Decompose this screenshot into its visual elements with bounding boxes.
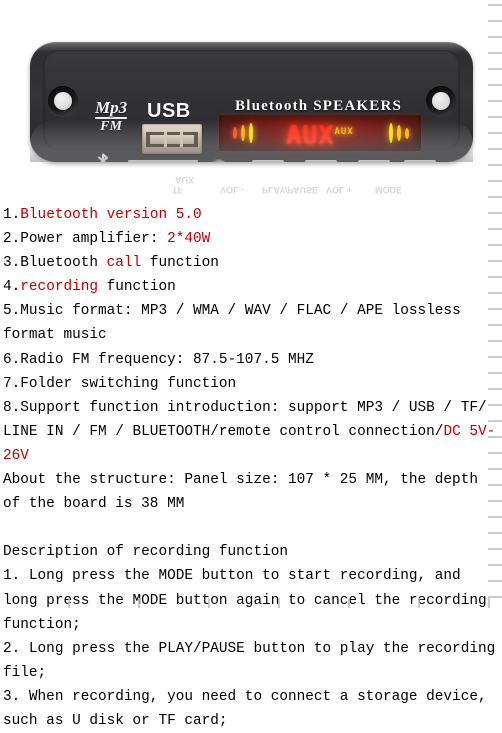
- spec-item-number-7: 7.: [3, 375, 21, 392]
- fm-mark-text: FM: [100, 119, 122, 134]
- board-reflection-text: TF AUX VOL - PLAY/PAUSE VOL + MODE: [30, 165, 473, 197]
- recording-step-3: 3. When recording, you need to connect a…: [3, 685, 500, 733]
- spec-item-3-segment-1: Bluetooth: [20, 255, 107, 272]
- mp3-fm-mark: Mp3 FM: [95, 98, 128, 134]
- control-button-row: ◀◀| VOL - ▶|| PLAY/PAUSE |▶▶ VOL + M MOD…: [252, 160, 436, 162]
- spec-item-3: 3.Bluetooth call function: [3, 251, 500, 275]
- spec-item-number-2: 2.: [3, 231, 21, 248]
- spec-item-7-segment-1: Folder switching function: [20, 375, 237, 392]
- recording-heading-text: Description of recording function: [3, 544, 288, 561]
- spec-item-number-8: 8.: [3, 399, 21, 416]
- structure-note-text: About the structure: Panel size: 107 * 2…: [3, 472, 487, 513]
- spec-item-number-6: 6.: [3, 351, 21, 368]
- vol-down-button[interactable]: ◀◀|: [252, 160, 284, 162]
- spec-item-5: 5.Music format: MP3 / WMA / WAV / FLAC /…: [3, 299, 500, 347]
- spec-item-number-1: 1.: [3, 207, 21, 223]
- led-display-text-wrap: AUXAUX: [219, 119, 421, 148]
- spec-spacer: [3, 516, 500, 540]
- mp3-mark-text: Mp3: [95, 98, 128, 117]
- recording-step-text-2: 2. Long press the PLAY/PAUSE button to p…: [3, 640, 496, 681]
- reflection-vol-up: VOL +: [326, 185, 353, 195]
- led-display-text: AUX: [286, 120, 335, 150]
- spec-item-8-segment-1: Support function introduction: support M…: [3, 399, 496, 440]
- usb-divider-1: [164, 132, 167, 147]
- spec-item-4-segment-1: recording: [20, 279, 99, 296]
- usb-tongue: [150, 135, 194, 144]
- aux-jack[interactable]: [207, 159, 229, 162]
- spec-item-1-segment-1: Bluetooth version 5.0: [20, 207, 202, 223]
- spec-item-4: 4.recording function: [3, 275, 500, 299]
- spec-item-3-segment-2: call: [106, 255, 142, 272]
- recording-step-text-1: 1. Long press the MODE button to start r…: [3, 568, 496, 633]
- spec-item-number-3: 3.: [3, 255, 21, 272]
- reflection-vol-down: VOL -: [220, 185, 244, 195]
- usb-divider-2: [180, 132, 183, 147]
- spec-item-6: 6.Radio FM frequency: 87.5-107.5 MHZ: [3, 348, 500, 372]
- mode-button[interactable]: M: [404, 160, 436, 162]
- usb-label: USB: [147, 100, 191, 122]
- recording-step-1: 1. Long press the MODE button to start r…: [3, 564, 500, 636]
- vol-up-button[interactable]: |▶▶: [358, 160, 390, 162]
- spec-item-number-5: 5.: [3, 303, 21, 320]
- specification-text: 1.Bluetooth version 5.0 2.Power amplifier…: [3, 203, 500, 733]
- decoder-board: Mp3 FM USB TF AUX Bluetooth SPEAKERS: [30, 42, 473, 162]
- recording-heading: Description of recording function: [3, 540, 500, 564]
- recording-step-2: 2. Long press the PLAY/PAUSE button to p…: [3, 637, 500, 685]
- spec-item-2: 2.Power amplifier: 2*40W: [3, 227, 500, 251]
- structure-note: About the structure: Panel size: 107 * 2…: [3, 468, 500, 516]
- spec-item-3-segment-3: function: [141, 255, 219, 272]
- mounting-hole-right: [426, 86, 456, 116]
- reflection-mode: MODE: [375, 185, 402, 195]
- spec-item-4-segment-2: function: [98, 279, 176, 296]
- spec-item-2-segment-1: Power amplifier:: [20, 231, 168, 248]
- spec-item-5-segment-1: Music format: MP3 / WMA / WAV / FLAC / A…: [3, 303, 470, 344]
- spec-item-2-segment-2: 2*40W: [167, 231, 211, 248]
- spec-item-1: 1.Bluetooth version 5.0: [3, 203, 500, 227]
- spacer-text: [3, 520, 12, 536]
- led-display: AUXAUX: [219, 115, 421, 151]
- bluetooth-icon: [92, 152, 114, 162]
- product-photo: Mp3 FM USB TF AUX Bluetooth SPEAKERS: [0, 0, 502, 200]
- reflection-aux: AUX: [175, 175, 195, 185]
- spec-item-8: 8.Support function introduction: support…: [3, 396, 500, 468]
- spec-item-6-segment-1: Radio FM frequency: 87.5-107.5 MHZ: [20, 351, 314, 368]
- board-silkscreen-title: Bluetooth SPEAKERS: [235, 98, 403, 114]
- play-pause-button[interactable]: ▶||: [305, 160, 337, 162]
- reflection-play: PLAY/PAUSE: [262, 185, 319, 195]
- reflection-tf: TF: [172, 185, 183, 195]
- mounting-hole-left: [48, 86, 78, 116]
- usb-port[interactable]: [142, 124, 202, 154]
- spec-item-7: 7.Folder switching function: [3, 372, 500, 396]
- led-display-superscript: AUX: [334, 127, 354, 137]
- recording-step-text-3: 3. When recording, you need to connect a…: [3, 688, 496, 729]
- spec-item-number-4: 4.: [3, 279, 21, 296]
- tf-card-slot[interactable]: [128, 160, 198, 162]
